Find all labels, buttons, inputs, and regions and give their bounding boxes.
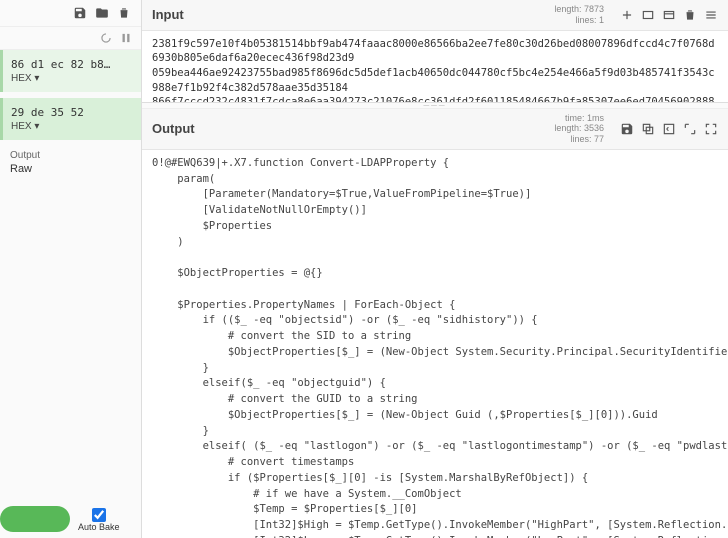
auto-bake-toggle[interactable]: Auto Bake (78, 508, 120, 532)
output-format-box: Output Raw (10, 150, 131, 177)
output-textarea[interactable]: 0!@#EWQ639|+.X7.function Convert-LDAPPro… (142, 150, 728, 538)
folder-icon[interactable] (95, 6, 109, 20)
trash-icon[interactable] (117, 6, 131, 20)
add-input-icon[interactable] (620, 8, 634, 22)
copy-output-icon[interactable] (641, 122, 655, 136)
operation-block[interactable]: 86 d1 ec 82 b8… HEX ▾ (0, 50, 141, 92)
sidebar: 86 d1 ec 82 b8… HEX ▾ 29 de 35 52 HEX ▾ … (0, 0, 142, 538)
open-folder-icon[interactable] (641, 8, 655, 22)
op-controls (0, 27, 141, 50)
step-icon[interactable] (99, 31, 113, 45)
input-title: Input (152, 7, 184, 22)
auto-bake-checkbox[interactable] (92, 508, 106, 522)
main-area: Input length: 7873 lines: 1 2381f9c597e1… (142, 0, 728, 538)
fullscreen-icon[interactable] (704, 122, 718, 136)
pause-icon[interactable] (119, 31, 133, 45)
output-format-value[interactable]: Raw (10, 161, 131, 177)
bake-button[interactable] (0, 506, 70, 532)
operation-block[interactable]: 29 de 35 52 HEX ▾ (0, 98, 141, 140)
output-meta: time: 1ms length: 3536 lines: 77 (554, 113, 604, 145)
operation-format[interactable]: HEX ▾ (11, 121, 135, 132)
save-icon[interactable] (73, 6, 87, 20)
maximise-icon[interactable] (683, 122, 697, 136)
open-file-icon[interactable] (662, 8, 676, 22)
output-header: Output time: 1ms length: 3536 lines: 77 (142, 109, 728, 150)
replace-input-icon[interactable] (662, 122, 676, 136)
operation-title: 86 d1 ec 82 b8… (11, 58, 135, 71)
save-output-icon[interactable] (620, 122, 634, 136)
input-meta: length: 7873 lines: 1 (554, 4, 604, 26)
input-textarea[interactable]: 2381f9c597e10f4b05381514bbf9ab474faaac80… (142, 31, 728, 103)
recipe-toolbar (0, 0, 141, 27)
output-title: Output (152, 121, 195, 136)
output-format-label: Output (10, 150, 131, 161)
input-header: Input length: 7873 lines: 1 (142, 0, 728, 31)
clear-input-icon[interactable] (683, 8, 697, 22)
operation-title: 29 de 35 52 (11, 106, 135, 119)
list-icon[interactable] (704, 8, 718, 22)
operation-format[interactable]: HEX ▾ (11, 73, 135, 84)
